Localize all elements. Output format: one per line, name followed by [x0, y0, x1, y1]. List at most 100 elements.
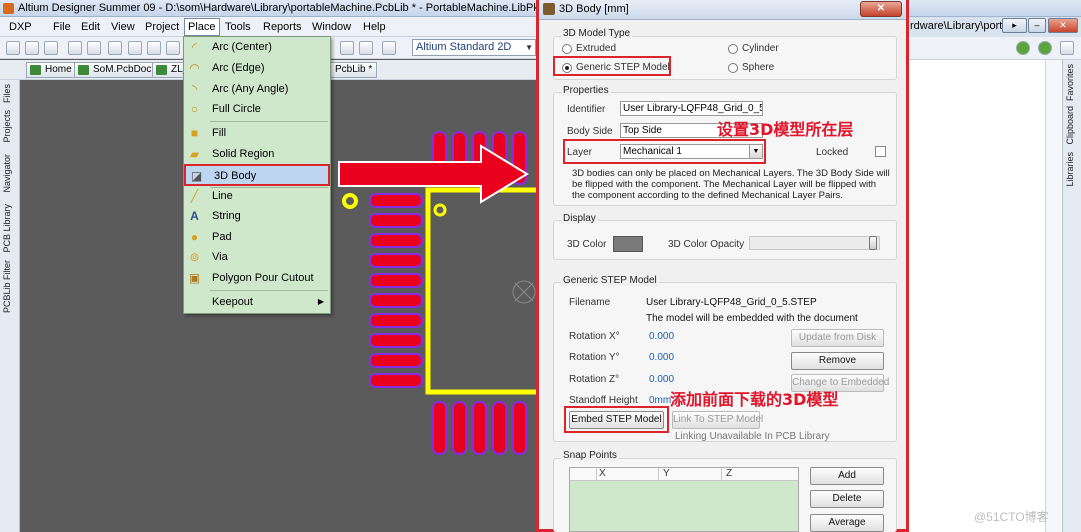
vertical-scrollbar[interactable] [1045, 60, 1061, 532]
add-snap-button[interactable]: Add [810, 467, 884, 485]
pad[interactable] [452, 401, 467, 455]
altium-app-icon [3, 3, 14, 14]
rotation-x-value[interactable]: 0.000 [649, 331, 674, 342]
tab-som-pcbdoc[interactable]: SoM.PcbDoc * [74, 62, 164, 78]
menu-item-via[interactable]: ⊚ Via [184, 247, 330, 267]
panel-tab-pcblib-filter[interactable]: PCBLib Filter [2, 260, 18, 313]
3d-opacity-slider[interactable] [749, 236, 880, 250]
grid-icon[interactable] [382, 41, 396, 55]
minimize-icon[interactable]: – [1028, 18, 1046, 33]
menu-item-solid-region[interactable]: ▰ Solid Region [184, 144, 330, 164]
view-config-combo[interactable]: Altium Standard 2D ▼ [412, 39, 536, 56]
zoom-selected-icon[interactable] [166, 41, 180, 55]
menu-item-pad[interactable]: ● Pad [184, 227, 330, 247]
pad[interactable] [369, 233, 423, 248]
3d-view-icon[interactable] [108, 41, 122, 55]
radio-sphere-label: Sphere [742, 62, 775, 73]
locked-checkbox[interactable] [875, 146, 886, 157]
pad[interactable] [369, 253, 423, 268]
new-doc-icon[interactable] [6, 41, 20, 55]
forward-icon[interactable] [1038, 41, 1052, 55]
arrow-nav-icon[interactable]: ▸ [1002, 18, 1027, 33]
arc-edge-icon: ◠ [189, 61, 200, 75]
menu-item-polygon-pour-cutout[interactable]: ▣ Polygon Pour Cutout [184, 268, 330, 288]
standoff-value[interactable]: 0mm [649, 395, 671, 406]
dialog-close-icon[interactable]: ✕ [860, 1, 902, 17]
menu-item-fill[interactable]: ■ Fill [184, 123, 330, 143]
menu-dxp[interactable]: DXP [6, 19, 35, 35]
panel-tab-libraries[interactable]: Libraries [1065, 152, 1081, 187]
panel-tab-projects[interactable]: Projects [2, 110, 18, 143]
zoom-fit-icon[interactable] [147, 41, 161, 55]
menu-item-keepout[interactable]: Keepout ▶ [184, 292, 330, 312]
menu-file[interactable]: File [50, 19, 74, 35]
menu-item-label: Full Circle [212, 103, 261, 115]
pad[interactable] [432, 401, 447, 455]
update-from-disk-button[interactable]: Update from Disk [791, 329, 884, 347]
pad[interactable] [369, 373, 423, 388]
slider-thumb[interactable] [869, 236, 877, 250]
menu-item-arc-edge[interactable]: ◠ Arc (Edge) [184, 58, 330, 78]
panel-tab-navigator[interactable]: Navigator [2, 154, 18, 193]
menu-project[interactable]: Project [142, 19, 182, 35]
average-snap-button[interactable]: Average [810, 514, 884, 532]
close-icon[interactable]: ✕ [1048, 18, 1078, 33]
menu-place[interactable]: Place [184, 18, 220, 36]
open-folder-icon[interactable] [25, 41, 39, 55]
menu-item-string[interactable]: A String [184, 206, 330, 226]
zoom-area-icon[interactable] [128, 41, 142, 55]
pad[interactable] [369, 273, 423, 288]
snap-points-grid[interactable]: X Y Z [569, 467, 799, 532]
redo-icon[interactable] [359, 41, 373, 55]
menu-item-full-circle[interactable]: ○ Full Circle [184, 99, 330, 119]
radio-cylinder[interactable] [728, 44, 738, 54]
menu-reports[interactable]: Reports [260, 19, 305, 35]
pad[interactable] [369, 333, 423, 348]
pad[interactable] [369, 213, 423, 228]
menu-view[interactable]: View [108, 19, 138, 35]
pad[interactable] [512, 401, 527, 455]
col-x: X [599, 468, 606, 479]
menu-item-line[interactable]: ╱ Line [184, 186, 330, 206]
back-icon[interactable] [1016, 41, 1030, 55]
menu-item-label: Arc (Center) [212, 41, 272, 53]
delete-snap-button[interactable]: Delete [810, 490, 884, 508]
pad[interactable] [492, 401, 507, 455]
panel-tab-files[interactable]: Files [2, 84, 18, 103]
radio-sphere[interactable] [728, 63, 738, 73]
tab-home[interactable]: Home [26, 62, 77, 78]
3d-color-swatch[interactable] [613, 236, 643, 252]
panel-tab-clipboard[interactable]: Clipboard [1065, 106, 1081, 145]
dropdown-icon[interactable] [1060, 41, 1074, 55]
menu-item-arc-any-angle[interactable]: ◝ Arc (Any Angle) [184, 79, 330, 99]
pad[interactable] [369, 353, 423, 368]
rotation-y-value[interactable]: 0.000 [649, 352, 674, 363]
panel-tab-pcb-library[interactable]: PCB Library [2, 204, 18, 253]
menu-item-arc-center[interactable]: ◜ Arc (Center) [184, 37, 330, 57]
pad[interactable] [472, 401, 487, 455]
menu-item-3d-body[interactable]: ◪ 3D Body [184, 164, 330, 186]
menu-item-label: Fill [212, 127, 227, 139]
undo-icon[interactable] [340, 41, 354, 55]
pad[interactable] [369, 193, 423, 208]
radio-extruded[interactable] [562, 44, 572, 54]
rotation-z-value[interactable]: 0.000 [649, 374, 674, 385]
dialog-titlebar: 3D Body [mm] ✕ [539, 0, 906, 20]
panel-tab-favorites[interactable]: Favorites [1065, 64, 1081, 101]
link-to-step-model-button[interactable]: Link To STEP Model [672, 411, 763, 429]
identifier-input[interactable]: User Library-LQFP48_Grid_0_5 [620, 101, 763, 116]
pad[interactable] [369, 313, 423, 328]
menu-tools[interactable]: Tools [222, 19, 254, 35]
menu-help[interactable]: Help [360, 19, 389, 35]
menu-item-label: Solid Region [212, 148, 275, 160]
pad[interactable] [369, 293, 423, 308]
print-icon[interactable] [68, 41, 82, 55]
menu-window[interactable]: Window [309, 19, 354, 35]
print-preview-icon[interactable] [87, 41, 101, 55]
tab-pcblib[interactable]: PcbLib * [330, 62, 378, 78]
radio-extruded-label: Extruded [576, 43, 617, 54]
menu-edit[interactable]: Edit [78, 19, 103, 35]
save-icon[interactable] [44, 41, 58, 55]
properties-title: Properties [561, 85, 611, 96]
remove-button[interactable]: Remove [791, 352, 884, 370]
